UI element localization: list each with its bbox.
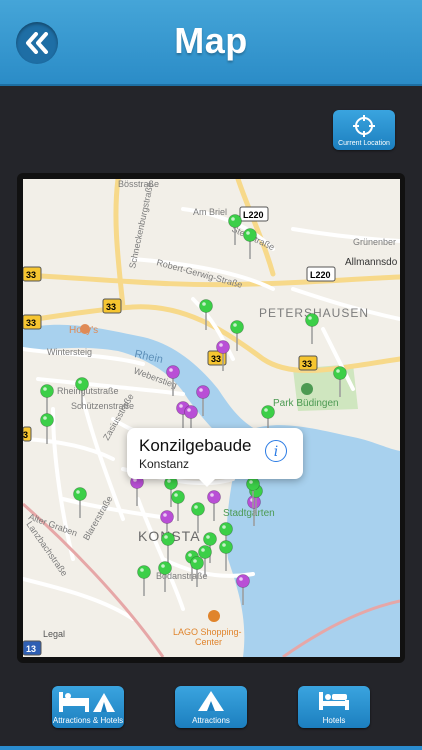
label-gruenenberg: Grünenber (353, 237, 396, 247)
label-lago-1: LAGO Shopping- (173, 627, 242, 637)
shield-l220-b: L220 (310, 270, 331, 280)
map-pin[interactable] (137, 565, 151, 597)
shield-b33-d: 33 (211, 354, 221, 364)
map-canvas: 33 33 33 33 33 3 L220 L220 13 Bösstraße … (23, 179, 400, 657)
map-pin[interactable] (130, 475, 144, 507)
page-title: Map (174, 20, 248, 61)
map-pin[interactable] (207, 490, 221, 522)
attractions-hotels-label: Attractions & Hotels (52, 716, 124, 725)
shield-b33-a: 33 (26, 270, 36, 280)
restaurant-icon (80, 324, 90, 334)
tent-icon (198, 691, 224, 711)
shield-b33-b: 33 (26, 318, 36, 328)
shield-b33-f: 3 (23, 430, 28, 440)
legal-link[interactable]: Legal (43, 629, 65, 639)
current-location-button[interactable]: Current Location (333, 110, 395, 150)
current-location-label: Current Location (338, 140, 390, 147)
label-schneckenburgstrasse: Schneckenburgstraße (127, 181, 155, 269)
hotels-button[interactable]: Hotels (298, 686, 370, 728)
label-schuetzenstrasse: Schützenstraße (71, 401, 134, 411)
crosshair-icon (353, 115, 375, 137)
label-allmannsdorf: Allmannsdo (345, 257, 398, 268)
label-blarerstrasse: Blarerstraße (81, 494, 114, 542)
label-wintersteig: Wintersteig (47, 347, 92, 357)
hotels-label: Hotels (322, 716, 346, 725)
info-icon[interactable]: i (265, 440, 287, 462)
label-am-briel: Am Briel (193, 207, 227, 217)
label-park-buedingen: Park Büdingen (273, 398, 339, 409)
bottom-bar (0, 746, 422, 750)
shield-b33-c: 33 (106, 302, 116, 312)
label-lago-2: Center (195, 637, 222, 647)
shield-b33-e: 33 (302, 359, 312, 369)
shield-route-13: 13 (26, 644, 36, 654)
bed-tent-icon (59, 692, 115, 712)
label-stadtgarten: Stadtgarten (223, 508, 275, 519)
shopping-icon (208, 610, 220, 622)
attractions-button[interactable]: Attractions (175, 686, 247, 728)
callout-subtitle: Konstanz (139, 457, 190, 471)
callout-title: Konzilgebaude (139, 436, 252, 455)
attractions-hotels-button[interactable]: Attractions & Hotels (52, 686, 124, 728)
bed-icon (319, 692, 349, 710)
header-bar: Map (0, 0, 422, 84)
map-pin[interactable] (305, 313, 319, 345)
attractions-label: Attractions (192, 716, 230, 725)
map-view[interactable]: 33 33 33 33 33 3 L220 L220 13 Bösstraße … (23, 179, 400, 657)
shield-l220-a: L220 (243, 210, 264, 220)
park-icon (301, 383, 313, 395)
